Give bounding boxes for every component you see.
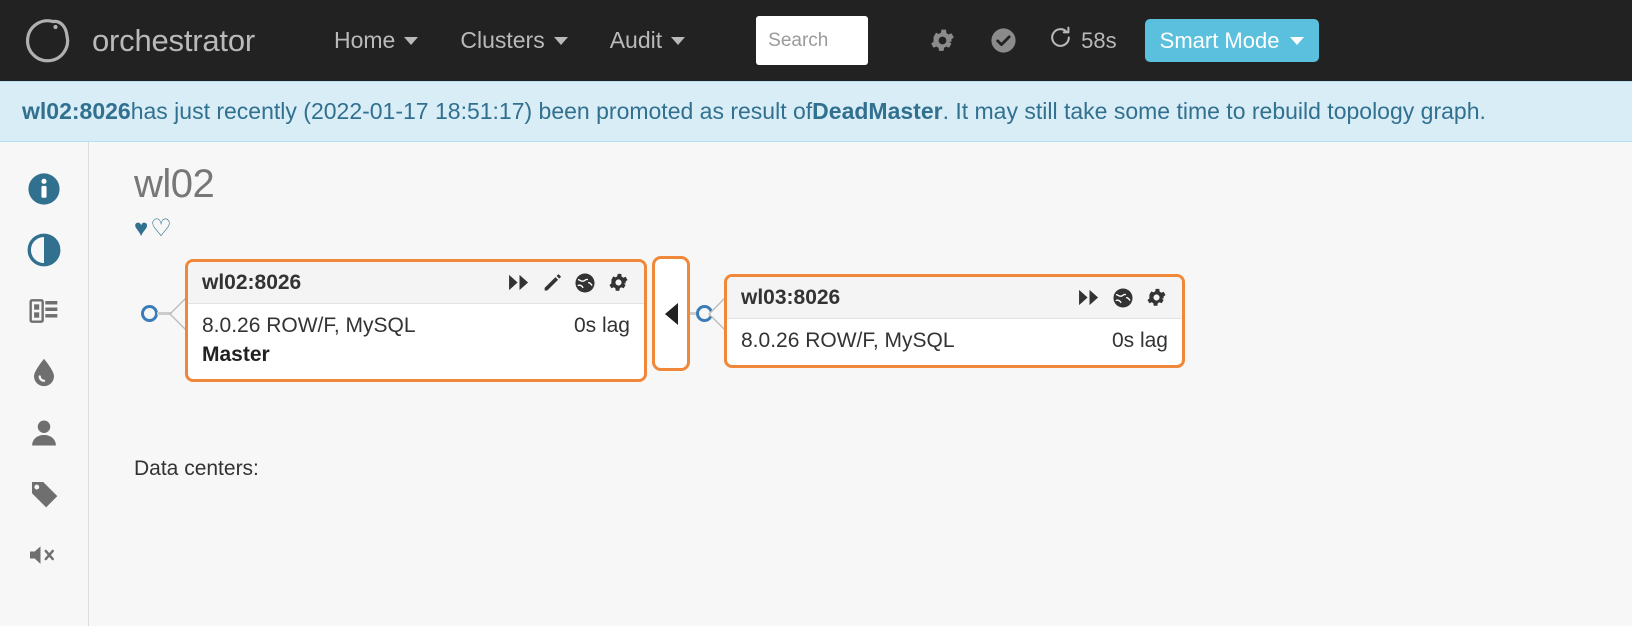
chevron-down-icon bbox=[671, 36, 686, 45]
server-rack-icon bbox=[28, 295, 60, 332]
connector-notch-left-inner bbox=[171, 299, 186, 329]
connector-dot-left bbox=[141, 305, 158, 322]
globe-icon[interactable] bbox=[1112, 287, 1134, 309]
nav-item-clusters-label: Clusters bbox=[460, 27, 545, 53]
search-input[interactable] bbox=[756, 16, 869, 65]
sidebar-item-contrast[interactable] bbox=[26, 233, 62, 272]
info-icon bbox=[27, 172, 61, 211]
nav-item-clusters[interactable]: Clusters bbox=[439, 27, 588, 54]
droplet-icon bbox=[29, 356, 59, 393]
nav-item-home[interactable]: Home bbox=[313, 27, 439, 54]
sidebar-item-server-rack[interactable] bbox=[26, 295, 62, 331]
contrast-icon bbox=[27, 233, 61, 272]
user-icon bbox=[29, 417, 59, 454]
node-title: wl02:8026 bbox=[202, 270, 302, 294]
volume-mute-icon bbox=[27, 541, 61, 574]
chevron-left-icon bbox=[664, 302, 678, 325]
nav-links: Home Clusters Audit bbox=[313, 27, 706, 54]
topology-node-master[interactable]: wl02:8026 8.0.26 ROW/F, MySQL 0s lag Mas… bbox=[185, 259, 647, 382]
heart-outline-icon[interactable]: ♡ bbox=[150, 217, 172, 241]
orchestrator-ring-logo bbox=[22, 14, 76, 68]
sidebar-item-droplet[interactable] bbox=[26, 356, 62, 392]
node-version: 8.0.26 ROW/F, MySQL bbox=[202, 314, 416, 337]
node-header: wl03:8026 bbox=[727, 277, 1182, 319]
fast-forward-icon[interactable] bbox=[1078, 288, 1101, 307]
node-version: 8.0.26 ROW/F, MySQL bbox=[741, 329, 955, 352]
node-header: wl02:8026 bbox=[188, 262, 644, 304]
node-info-row: 8.0.26 ROW/F, MySQL 0s lag bbox=[741, 329, 1168, 353]
node-lag: 0s lag bbox=[573, 314, 630, 337]
brand-name: orchestrator bbox=[92, 22, 255, 58]
sidebar-item-tag[interactable] bbox=[26, 478, 62, 514]
gear-icon[interactable] bbox=[912, 26, 973, 55]
tag-icon bbox=[28, 478, 60, 515]
check-circle-icon[interactable] bbox=[973, 26, 1034, 55]
refresh-countdown[interactable]: 58s bbox=[1034, 25, 1130, 56]
node-info-row: 8.0.26 ROW/F, MySQL 0s lag bbox=[202, 314, 630, 338]
page-title: wl02 bbox=[134, 162, 215, 206]
smart-mode-label: Smart Mode bbox=[1159, 27, 1280, 53]
gear-icon[interactable] bbox=[607, 271, 630, 294]
chevron-down-icon bbox=[553, 36, 568, 45]
sidebar-item-info[interactable] bbox=[26, 172, 62, 211]
brand[interactable]: orchestrator bbox=[22, 14, 255, 68]
node-body: 8.0.26 ROW/F, MySQL 0s lag bbox=[727, 319, 1182, 365]
nav-right-actions: 58s Smart Mode bbox=[912, 19, 1320, 62]
heart-filled-icon[interactable]: ♥ bbox=[134, 217, 148, 241]
node-title: wl03:8026 bbox=[741, 285, 841, 309]
sidebar-item-user[interactable] bbox=[26, 417, 62, 453]
main-content: wl02 ♥ ♡ wl02:8026 8.0.26 ROW/F, MySQL 0… bbox=[89, 142, 1632, 626]
cluster-heart-indicators: ♥ ♡ bbox=[134, 217, 1632, 241]
promotion-alert: wl02:8026 has just recently (2022-01-17 … bbox=[0, 81, 1632, 142]
refresh-countdown-label: 58s bbox=[1081, 27, 1117, 53]
alert-text-1: has just recently (2022-01-17 18:51:17) … bbox=[130, 98, 813, 124]
sidebar-item-volume-mute[interactable] bbox=[26, 539, 62, 575]
alert-instance: wl02:8026 bbox=[22, 98, 131, 124]
replication-connector[interactable] bbox=[652, 256, 690, 371]
node-body: 8.0.26 ROW/F, MySQL 0s lag Master bbox=[188, 304, 644, 379]
node-lag: 0s lag bbox=[1111, 329, 1168, 352]
node-actions bbox=[508, 271, 630, 294]
gear-icon[interactable] bbox=[1145, 286, 1168, 309]
smart-mode-button[interactable]: Smart Mode bbox=[1144, 19, 1320, 62]
pencil-icon[interactable] bbox=[542, 272, 563, 293]
globe-icon[interactable] bbox=[574, 272, 596, 294]
chevron-down-icon bbox=[404, 36, 419, 45]
top-navbar: orchestrator Home Clusters Audit Search … bbox=[0, 0, 1632, 81]
topology-node-replica[interactable]: wl03:8026 8.0.26 ROW/F, MySQL 0s lag bbox=[724, 274, 1185, 368]
chevron-down-icon bbox=[1290, 36, 1305, 45]
topology-graph: wl02:8026 8.0.26 ROW/F, MySQL 0s lag Mas… bbox=[134, 251, 1632, 391]
alert-text-2: . It may still take some time to rebuild… bbox=[942, 98, 1486, 124]
node-actions bbox=[1078, 286, 1168, 309]
data-centers-label: Data centers: bbox=[134, 457, 259, 480]
nav-item-home-label: Home bbox=[334, 27, 396, 53]
node-role: Master bbox=[202, 343, 270, 366]
refresh-icon bbox=[1048, 25, 1073, 56]
fast-forward-icon[interactable] bbox=[508, 273, 531, 292]
nav-item-audit[interactable]: Audit bbox=[589, 27, 706, 54]
connector-notch-right-inner bbox=[710, 299, 725, 329]
left-sidebar bbox=[0, 142, 89, 626]
alert-reason: DeadMaster bbox=[812, 98, 943, 124]
nav-item-audit-label: Audit bbox=[609, 27, 663, 53]
page-body: wl02 ♥ ♡ wl02:8026 8.0.26 ROW/F, MySQL 0… bbox=[0, 142, 1632, 626]
